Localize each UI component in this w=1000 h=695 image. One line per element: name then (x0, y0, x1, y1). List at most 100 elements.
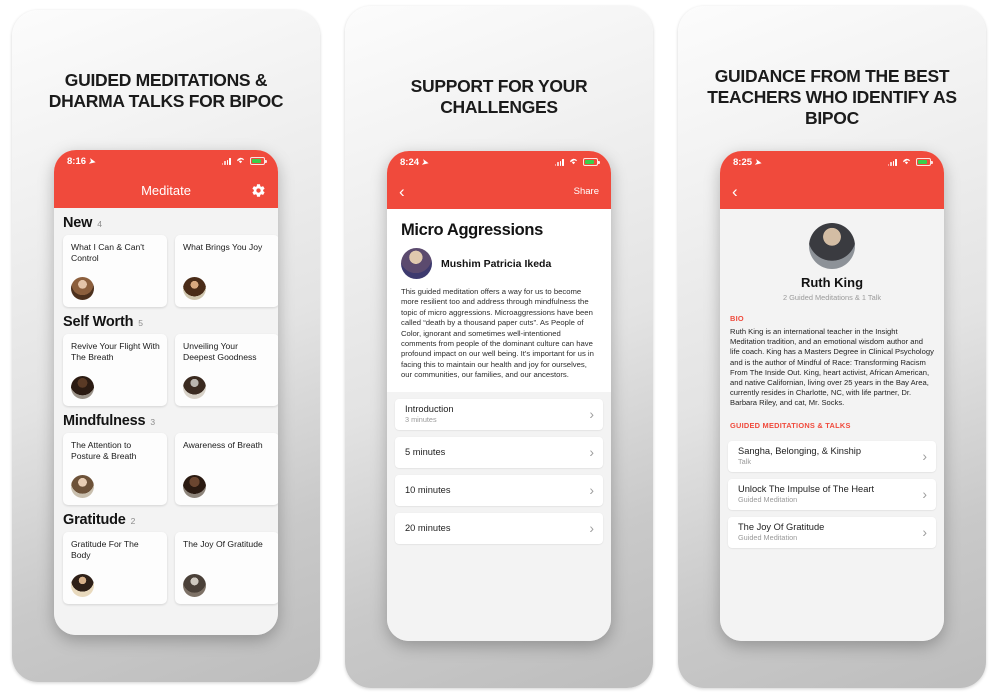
battery-icon (916, 158, 933, 166)
detail-header: Micro Aggressions Mushim Patricia Ikeda … (387, 209, 611, 392)
nav-bar-2: ‹ Share (387, 173, 611, 209)
track-row[interactable]: 10 minutes › (395, 474, 603, 506)
battery-icon (250, 157, 267, 165)
promo-panel-3: GUIDANCE FROM THE BEST TEACHERS WHO IDEN… (678, 6, 986, 688)
list-row-subtitle: 3 minutes (405, 415, 437, 425)
profile-header: Ruth King 2 Guided Meditations & 1 Talk (720, 209, 944, 311)
section-header: Mindfulness 3 (54, 406, 278, 433)
panel-headline-1: GUIDED MEDITATIONS & DHARMA TALKS FOR BI… (48, 70, 284, 111)
list-row-text: Sangha, Belonging, & Kinship Talk (738, 446, 914, 467)
meditation-card-title: Gratitude For The Body (71, 539, 139, 560)
teacher-content-row[interactable]: Unlock The Impulse of The Heart Guided Me… (728, 478, 936, 510)
status-time: 8:16 (67, 155, 87, 167)
panel-headline-3: GUIDANCE FROM THE BEST TEACHERS WHO IDEN… (707, 66, 957, 128)
location-arrow-icon: ➤ (421, 156, 430, 168)
meditation-card[interactable]: The Attention to Posture & Breath (63, 433, 167, 505)
section-header: Gratitude 2 (54, 505, 278, 532)
teacher-content-row[interactable]: Sangha, Belonging, & Kinship Talk › (728, 440, 936, 472)
section-count: 4 (97, 219, 102, 229)
track-row[interactable]: 20 minutes › (395, 512, 603, 544)
meditation-card[interactable]: Awareness of Breath (175, 433, 278, 505)
section-title: Mindfulness (63, 413, 146, 429)
chevron-right-icon: › (589, 482, 594, 499)
cellular-signal-icon (887, 158, 897, 166)
track-row[interactable]: Introduction 3 minutes › (395, 398, 603, 430)
chevron-right-icon: › (589, 406, 594, 423)
chevron-right-icon: › (589, 520, 594, 537)
avatar (71, 574, 94, 597)
meditation-card-title: What I Can & Can't Control (71, 242, 145, 263)
status-time: 8:24 (400, 156, 420, 168)
nav-bar-3: ‹ (720, 173, 944, 209)
teacher-profile-screen: Ruth King 2 Guided Meditations & 1 Talk … (720, 209, 944, 641)
phone-mock-2: 8:24 ➤ ‹ Share Micro Aggressions Mushim … (387, 151, 611, 641)
meditation-card[interactable]: Gratitude For The Body (63, 532, 167, 604)
meditation-card-title: The Attention to Posture & Breath (71, 440, 137, 461)
page-title: Meditate (141, 182, 191, 198)
meditation-detail-screen: Micro Aggressions Mushim Patricia Ikeda … (387, 209, 611, 641)
section-count: 3 (150, 417, 156, 427)
meditation-card-title: Revive Your Flight With The Breath (71, 341, 160, 362)
status-bar-2: 8:24 ➤ (387, 151, 611, 173)
list-row-subtitle: Guided Meditation (738, 495, 798, 505)
phone-mock-3: 8:25 ➤ ‹ Ruth King 2 Guided Meditations … (720, 151, 944, 641)
wifi-icon (901, 157, 912, 167)
teacher-name: Ruth King (800, 275, 864, 290)
avatar (809, 223, 855, 269)
location-arrow-icon: ➤ (88, 155, 97, 167)
meditation-card-title: Unveiling Your Deepest Goodness (183, 341, 257, 362)
promo-screenshot-set: GUIDED MEDITATIONS & DHARMA TALKS FOR BI… (0, 0, 1000, 695)
list-row-title: Introduction (405, 403, 454, 414)
chevron-left-icon[interactable]: ‹ (732, 183, 738, 200)
list-row-title: Unlock The Impulse of The Heart (738, 483, 875, 494)
share-button[interactable]: Share (574, 186, 599, 197)
list-row-text: The Joy Of Gratitude Guided Meditation (738, 522, 914, 543)
section-title: New (63, 215, 93, 231)
avatar (183, 277, 206, 300)
meditation-card-title: What Brings You Joy (183, 242, 263, 252)
avatar (183, 475, 206, 498)
meditation-card[interactable]: Unveiling Your Deepest Goodness (175, 334, 278, 406)
status-bar-1: 8:16 ➤ (54, 150, 278, 172)
list-row-subtitle: Talk (738, 457, 751, 467)
meditation-card[interactable]: The Joy Of Gratitude (175, 532, 278, 604)
wifi-icon (568, 157, 579, 167)
list-row-text: Unlock The Impulse of The Heart Guided Me… (738, 484, 914, 505)
avatar (401, 248, 432, 279)
battery-icon (583, 158, 600, 166)
teacher-content-row[interactable]: The Joy Of Gratitude Guided Meditation › (728, 516, 936, 548)
meditation-card[interactable]: What Brings You Joy (175, 235, 278, 307)
list-row-text: 20 minutes (405, 523, 581, 533)
list-row-title: The Joy Of Gratitude (738, 521, 825, 532)
meditation-card[interactable]: Revive Your Flight With The Breath (63, 334, 167, 406)
promo-panel-1: GUIDED MEDITATIONS & DHARMA TALKS FOR BI… (12, 10, 320, 682)
phone-mock-1: 8:16 ➤ Meditate New 4 What I Can & Can't… (54, 150, 278, 635)
promo-panel-2: SUPPORT FOR YOUR CHALLENGES 8:24 ➤ ‹ Sha… (345, 6, 653, 688)
avatar (183, 376, 206, 399)
section-header: Self Worth 5 (54, 307, 278, 334)
avatar (183, 574, 206, 597)
status-right-3 (887, 157, 933, 167)
section-card-row: The Attention to Posture & Breath Awarene… (54, 433, 278, 505)
meditation-card[interactable]: What I Can & Can't Control (63, 235, 167, 307)
status-bar-3: 8:25 ➤ (720, 151, 944, 173)
list-row-title: 10 minutes (405, 485, 451, 496)
list-row-title: Sangha, Belonging, & Kinship (738, 445, 862, 456)
section-header: New 4 (54, 208, 278, 235)
meditation-description: This guided meditation offers a way for … (401, 287, 594, 380)
track-row[interactable]: 5 minutes › (395, 436, 603, 468)
meditations-label: GUIDED MEDITATIONS & TALKS (720, 417, 944, 434)
section-card-row: What I Can & Can't Control What Brings Yo… (54, 235, 278, 307)
meditation-title: Micro Aggressions (401, 221, 543, 239)
avatar (71, 376, 94, 399)
teacher-name: Mushim Patricia Ikeda (441, 257, 552, 270)
list-row-text: 5 minutes (405, 447, 581, 457)
chevron-right-icon: › (922, 486, 927, 503)
chevron-left-icon[interactable]: ‹ (399, 183, 405, 200)
gear-icon[interactable] (251, 183, 266, 198)
meditation-card-title: Awareness of Breath (183, 440, 263, 450)
teacher-row[interactable]: Mushim Patricia Ikeda (401, 248, 597, 279)
chevron-right-icon: › (922, 448, 927, 465)
avatar (71, 277, 94, 300)
panel-headline-2: SUPPORT FOR YOUR CHALLENGES (410, 76, 588, 117)
